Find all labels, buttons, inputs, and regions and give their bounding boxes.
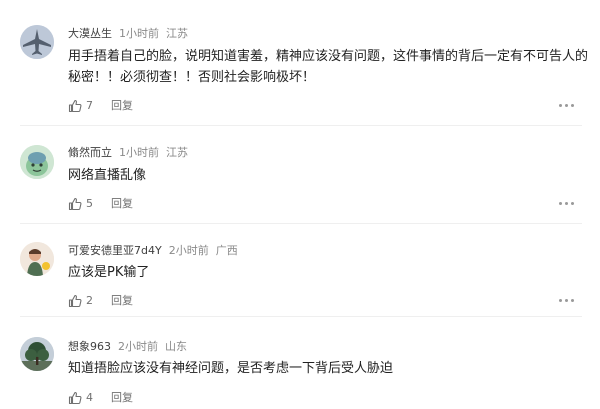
location: 江苏 bbox=[166, 146, 188, 159]
divider bbox=[20, 223, 582, 224]
comment-meta: 翛然而立 1小时前 江苏 bbox=[68, 146, 188, 160]
like-count: 4 bbox=[86, 391, 93, 404]
timestamp: 1小时前 bbox=[119, 146, 159, 159]
username[interactable]: 想象963 bbox=[68, 340, 111, 353]
reply-button[interactable]: 回复 bbox=[111, 391, 133, 405]
fighter-jet-icon bbox=[20, 25, 54, 59]
location: 江苏 bbox=[166, 27, 188, 40]
comment-meta: 想象963 2小时前 山东 bbox=[68, 340, 187, 354]
user-avatar[interactable] bbox=[20, 25, 54, 59]
comment-text: 知道捂脸应该没有神经问题，是否考虑一下背后受人胁迫 bbox=[68, 361, 394, 376]
reply-button[interactable]: 回复 bbox=[111, 197, 133, 211]
thumbs-up-icon[interactable] bbox=[68, 197, 82, 211]
more-options-icon[interactable] bbox=[558, 103, 574, 109]
comment-text: 应该是PK输了 bbox=[68, 265, 150, 280]
comment-item: 翛然而立 1小时前 江苏 网络直播乱像 5 回复 bbox=[0, 130, 600, 227]
comment-item: 想象963 2小时前 山东 知道捂脸应该没有神经问题，是否考虑一下背后受人胁迫 4 回… bbox=[0, 320, 600, 405]
comment-text: 网络直播乱像 bbox=[68, 168, 147, 183]
tree-landscape-icon bbox=[20, 337, 54, 371]
comment-actions: 7 回复 bbox=[68, 99, 133, 113]
timestamp: 2小时前 bbox=[168, 244, 209, 257]
username[interactable]: 翛然而立 bbox=[68, 146, 112, 159]
like-count: 2 bbox=[86, 294, 93, 307]
location: 广西 bbox=[215, 244, 238, 257]
divider bbox=[20, 316, 582, 317]
comment-item: 可爱安德里亚7d4Y 2小时前 广西 应该是PK输了 2 回复 bbox=[0, 227, 600, 320]
reply-button[interactable]: 回复 bbox=[111, 294, 133, 308]
user-avatar[interactable] bbox=[20, 337, 54, 371]
like-count: 7 bbox=[86, 99, 93, 112]
thumbs-up-icon[interactable] bbox=[68, 391, 82, 405]
thumbs-up-icon[interactable] bbox=[68, 99, 82, 113]
like-count: 5 bbox=[86, 197, 93, 210]
comment-meta: 可爱安德里亚7d4Y 2小时前 广西 bbox=[68, 244, 238, 258]
divider bbox=[20, 125, 582, 126]
comment-actions: 4 回复 bbox=[68, 391, 133, 405]
comment-meta: 大漠丛生 1小时前 江苏 bbox=[68, 27, 188, 41]
user-avatar[interactable] bbox=[20, 242, 54, 276]
comment-text: 用手捂着自己的脸，说明知道害羞，精神应该没有问题，这件事情的背后一定有不可告人的… bbox=[68, 49, 589, 85]
timestamp: 2小时前 bbox=[118, 340, 158, 353]
timestamp: 1小时前 bbox=[119, 27, 159, 40]
username[interactable]: 可爱安德里亚7d4Y bbox=[68, 244, 162, 257]
thumbs-up-icon[interactable] bbox=[68, 294, 82, 308]
cartoon-creature-icon bbox=[20, 145, 54, 179]
reply-button[interactable]: 回复 bbox=[111, 99, 133, 113]
more-options-icon[interactable] bbox=[558, 201, 574, 207]
comment-actions: 2 回复 bbox=[68, 294, 133, 308]
person-illustration-icon bbox=[20, 242, 54, 276]
more-options-icon[interactable] bbox=[558, 298, 574, 304]
user-avatar[interactable] bbox=[20, 145, 54, 179]
comment-item: 大漠丛生 1小时前 江苏 用手捂着自己的脸，说明知道害羞，精神应该没有问题，这件事情… bbox=[0, 0, 600, 130]
comment-actions: 5 回复 bbox=[68, 197, 133, 211]
username[interactable]: 大漠丛生 bbox=[68, 27, 112, 40]
location: 山东 bbox=[165, 340, 187, 353]
